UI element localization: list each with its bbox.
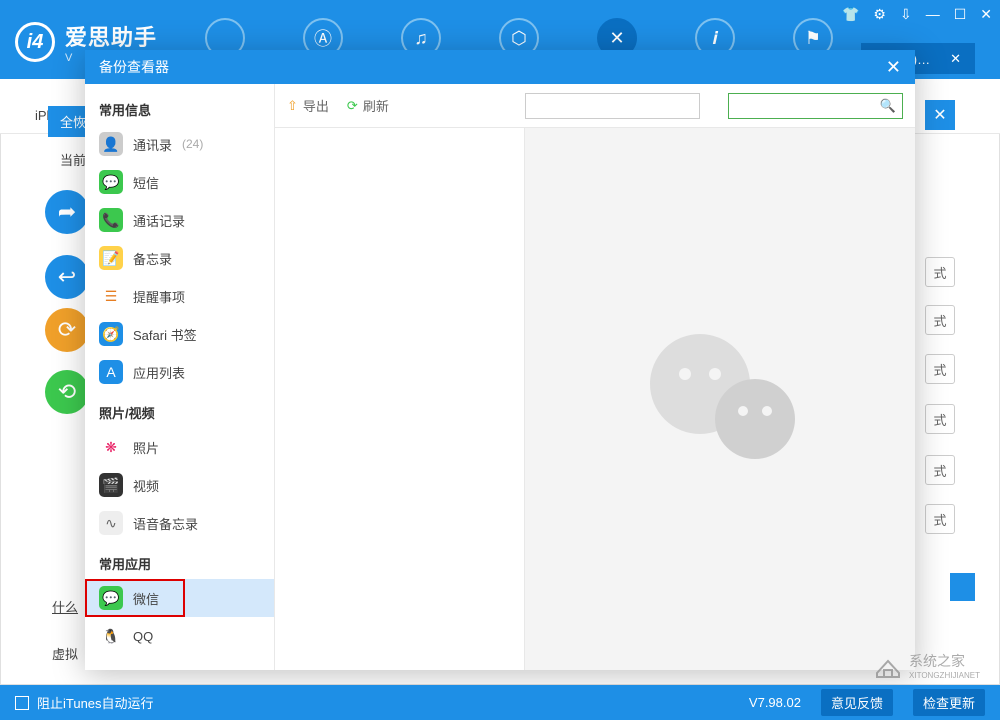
bg-pill-5[interactable]: 式	[925, 455, 955, 485]
modal-toolbar: ⇧ 导出 ⟳ 刷新 🔍	[275, 84, 915, 128]
feedback-button[interactable]: 意见反馈	[821, 689, 893, 716]
block-itunes-label: 阻止iTunes自动运行	[37, 693, 154, 712]
sidebar-item-reminders[interactable]: ☰ 提醒事项	[85, 277, 274, 315]
version-label: V7.98.02	[749, 695, 801, 710]
modal-title-text: 备份查看器	[99, 57, 169, 77]
watermark-text: 系统之家	[909, 651, 980, 671]
watermark-sub: XITONGZHIJIANET	[909, 671, 980, 680]
sidebar-item-label: 视频	[133, 476, 159, 495]
refresh-button[interactable]: ⟳ 刷新	[347, 96, 389, 115]
reminders-icon: ☰	[99, 284, 123, 308]
wechat-icon: 💬	[99, 586, 123, 610]
modal-main: ⇧ 导出 ⟳ 刷新 🔍	[275, 84, 915, 670]
minimize-icon[interactable]: —	[926, 6, 940, 23]
apps-icon: A	[99, 360, 123, 384]
bg-pill-6[interactable]: 式	[925, 504, 955, 534]
brand-name: 爱思助手	[65, 20, 157, 52]
gear-icon[interactable]: ⚙	[873, 6, 886, 23]
modal-titlebar[interactable]: 备份查看器 ✕	[85, 50, 915, 84]
modal-close-icon[interactable]: ✕	[886, 57, 901, 78]
sidebar-item-qq[interactable]: 🐧 QQ	[85, 617, 274, 655]
bg-pill-3[interactable]: 式	[925, 354, 955, 384]
sidebar-item-wechat[interactable]: 💬 微信	[85, 579, 274, 617]
qq-icon: 🐧	[99, 624, 123, 648]
sidebar-item-label: 应用列表	[133, 363, 185, 382]
side-reply-button[interactable]: ↩	[45, 255, 89, 299]
sidebar-item-label: 备忘录	[133, 249, 172, 268]
download-icon[interactable]: ⇩	[900, 6, 912, 23]
sidebar-item-label: 照片	[133, 438, 159, 457]
content-preview-column	[525, 128, 915, 670]
bg-pill-1[interactable]: 式	[925, 257, 955, 287]
side-restore-button[interactable]: ⟲	[45, 370, 89, 414]
sidebar-item-count: (24)	[182, 137, 203, 151]
safari-icon: 🧭	[99, 322, 123, 346]
content-list-column	[275, 128, 525, 670]
window-controls: 👕 ⚙ ⇩ — ☐ ✕	[842, 6, 992, 23]
modal-sidebar: 常用信息 👤 通讯录 (24) 💬 短信 📞 通话记录 📝 备忘录 ☰ 提醒事项 🧭 Safari 书签 A…	[85, 84, 275, 670]
export-button[interactable]: ⇧ 导出	[287, 96, 329, 115]
side-sync-button[interactable]: ⟳	[45, 308, 89, 352]
bg-dialog-close[interactable]: ✕	[925, 100, 955, 130]
maximize-icon[interactable]: ☐	[954, 6, 967, 23]
sidebar-item-sms[interactable]: 💬 短信	[85, 163, 274, 201]
sidebar-group-header: 常用应用	[85, 542, 274, 579]
calls-icon: 📞	[99, 208, 123, 232]
backup-viewer-modal: 备份查看器 ✕ 常用信息 👤 通讯录 (24) 💬 短信 📞 通话记录 📝 备忘录 ☰ 提醒事项 🧭 Sa…	[85, 50, 915, 670]
sidebar-item-label: Safari 书签	[133, 325, 197, 344]
search-input-2[interactable]: 🔍	[728, 93, 903, 119]
sidebar-item-photos[interactable]: ❋ 照片	[85, 428, 274, 466]
logo-icon: i4	[15, 22, 55, 62]
bg-current-label: 当前	[60, 150, 86, 169]
refresh-icon: ⟳	[347, 98, 358, 114]
bg-virtual-label: 虚拟	[52, 644, 78, 663]
sidebar-item-label: 通讯录	[133, 135, 172, 154]
shirt-icon[interactable]: 👕	[842, 6, 859, 23]
bg-pill-2[interactable]: 式	[925, 305, 955, 335]
wechat-placeholder-icon	[630, 319, 810, 479]
sidebar-group-header: 常用信息	[85, 88, 274, 125]
voice-icon: ∿	[99, 511, 123, 535]
status-tab-close-icon[interactable]: ✕	[950, 51, 961, 67]
sidebar-item-label: 提醒事项	[133, 287, 185, 306]
bg-pill-4[interactable]: 式	[925, 404, 955, 434]
modal-content	[275, 128, 915, 670]
sidebar-item-videos[interactable]: 🎬 视频	[85, 466, 274, 504]
sidebar-item-apps[interactable]: A 应用列表	[85, 353, 274, 391]
block-itunes-checkbox[interactable]	[15, 696, 29, 710]
sidebar-group-header: 照片/视频	[85, 391, 274, 428]
photos-icon: ❋	[99, 435, 123, 459]
sidebar-item-voice[interactable]: ∿ 语音备忘录	[85, 504, 274, 542]
sidebar-item-label: 语音备忘录	[133, 514, 198, 533]
side-share-button[interactable]: ➦	[45, 190, 89, 234]
close-icon[interactable]: ✕	[980, 6, 992, 23]
app-footer: 阻止iTunes自动运行 V7.98.02 意见反馈 检查更新	[0, 685, 1000, 720]
sidebar-item-safari[interactable]: 🧭 Safari 书签	[85, 315, 274, 353]
export-label: 导出	[303, 96, 329, 115]
sidebar-item-notes[interactable]: 📝 备忘录	[85, 239, 274, 277]
sidebar-item-label: 微信	[133, 589, 159, 608]
notes-icon: 📝	[99, 246, 123, 270]
sidebar-item-label: 通话记录	[133, 211, 185, 230]
search-input-1[interactable]	[525, 93, 700, 119]
contacts-icon: 👤	[99, 132, 123, 156]
sidebar-item-label: QQ	[133, 629, 153, 644]
bg-what-link[interactable]: 什么	[52, 597, 78, 616]
videos-icon: 🎬	[99, 473, 123, 497]
sms-icon: 💬	[99, 170, 123, 194]
bg-blue-strip	[950, 573, 975, 601]
sidebar-item-label: 短信	[133, 173, 159, 192]
sidebar-item-calls[interactable]: 📞 通话记录	[85, 201, 274, 239]
sidebar-item-contacts[interactable]: 👤 通讯录 (24)	[85, 125, 274, 163]
refresh-label: 刷新	[363, 96, 389, 115]
watermark: 系统之家 XITONGZHIJIANET	[873, 651, 980, 680]
export-icon: ⇧	[287, 98, 298, 114]
check-update-button[interactable]: 检查更新	[913, 689, 985, 716]
search-icon: 🔍	[880, 98, 896, 114]
